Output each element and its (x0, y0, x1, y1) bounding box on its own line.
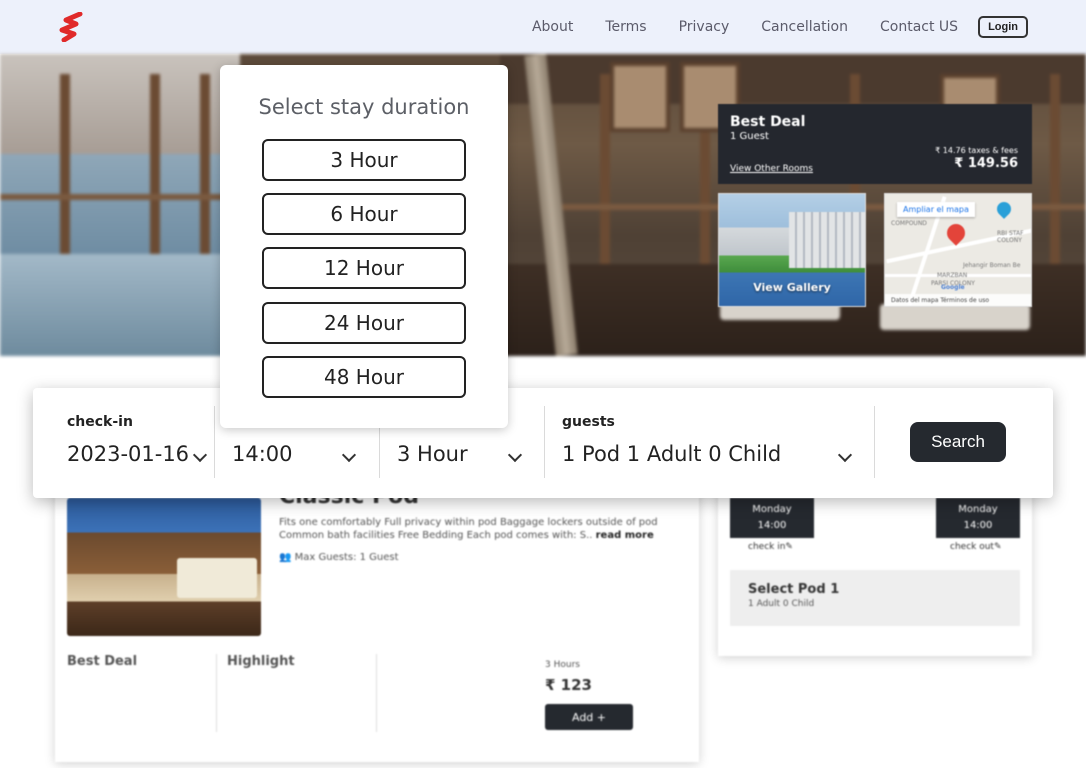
chevron-down-icon (507, 447, 523, 463)
nav-contact-link[interactable]: Contact US (880, 19, 958, 35)
checkin-label: check-in (67, 414, 133, 430)
guests-field[interactable]: guests 1 Pod 1 Adult 0 Child (562, 406, 862, 478)
map-footer: Datos del mapa Términos de uso (885, 294, 1031, 306)
guests-value: 1 Pod 1 Adult 0 Child (562, 442, 782, 466)
duration-option-12-hour[interactable]: 12 Hour (262, 247, 466, 289)
checkin-time-value: 14:00 (232, 442, 293, 466)
duration-option-24-hour[interactable]: 24 Hour (262, 302, 466, 344)
checkin-date-field[interactable]: check-in 2023-01-16 (67, 406, 215, 478)
enlarge-map-button[interactable]: Ampliar el mapa (897, 202, 975, 217)
checkout-time-box[interactable]: Monday 14:00 (936, 498, 1020, 538)
map-thumbnail[interactable]: Ampliar el mapa COMPOUND RBI STAF COLONY… (884, 193, 1032, 307)
users-icon: 👥 (279, 552, 292, 563)
search-button[interactable]: Search (910, 422, 1006, 462)
login-button[interactable]: Login (978, 16, 1028, 38)
duration-value: 3 Hour (397, 442, 468, 466)
search-bar: check-in 2023-01-16 14:00 3 Hour guests … (33, 388, 1053, 498)
brand-logo[interactable] (58, 12, 86, 42)
nav-terms-link[interactable]: Terms (605, 19, 646, 35)
highlight-label: Highlight (227, 654, 295, 669)
location-pin-icon (994, 199, 1014, 219)
deal-price: ₹ 149.56 (954, 156, 1018, 171)
deal-title: Best Deal (730, 114, 806, 130)
room-description: Fits one comfortably Full privacy within… (279, 517, 658, 541)
max-guests: 👥 Max Guests: 1 Guest (279, 552, 399, 563)
read-more-link[interactable]: read more (596, 530, 654, 541)
popup-title: Select stay duration (258, 95, 470, 119)
checkin-date-value: 2023-01-16 (67, 442, 190, 466)
deal-taxes: ₹ 14.76 taxes & fees (935, 146, 1018, 155)
stay-duration-popup: Select stay duration 3 Hour 6 Hour 12 Ho… (220, 65, 508, 428)
view-gallery-thumbnail[interactable]: View Gallery (718, 193, 866, 307)
add-room-button[interactable]: Add + (545, 704, 633, 730)
room-price: ₹ 123 (545, 676, 592, 694)
best-deal-card: Best Deal 1 Guest ₹ 14.76 taxes & fees ₹… (718, 104, 1032, 184)
nav-cancellation-link[interactable]: Cancellation (761, 19, 848, 35)
checkin-caption[interactable]: check in✎ (748, 542, 793, 552)
nav-links: About Terms Privacy Cancellation Contact… (532, 0, 1028, 54)
deal-guests: 1 Guest (730, 131, 769, 142)
nav-privacy-link[interactable]: Privacy (679, 19, 730, 35)
guests-label: guests (562, 414, 615, 430)
duration-option-3-hour[interactable]: 3 Hour (262, 139, 466, 181)
nav-about-link[interactable]: About (532, 19, 573, 35)
select-pod-summary[interactable]: Select Pod 1 1 Adult 0 Child (730, 570, 1020, 626)
view-other-rooms-link[interactable]: View Other Rooms (730, 164, 813, 174)
best-deal-label: Best Deal (67, 654, 138, 669)
room-hours: 3 Hours (545, 660, 580, 670)
duration-option-6-hour[interactable]: 6 Hour (262, 193, 466, 235)
room-image (67, 498, 261, 636)
view-gallery-label: View Gallery (753, 281, 831, 294)
chevron-down-icon (341, 447, 357, 463)
room-card: Classic Pod Fits one comfortably Full pr… (55, 470, 699, 762)
duration-option-48-hour[interactable]: 48 Hour (262, 356, 466, 398)
checkin-time-box[interactable]: Monday 14:00 (730, 498, 814, 538)
checkout-caption[interactable]: check out✎ (950, 542, 1002, 552)
top-navbar: About Terms Privacy Cancellation Contact… (0, 0, 1086, 54)
chevron-down-icon (192, 447, 208, 463)
chevron-down-icon (837, 447, 853, 463)
